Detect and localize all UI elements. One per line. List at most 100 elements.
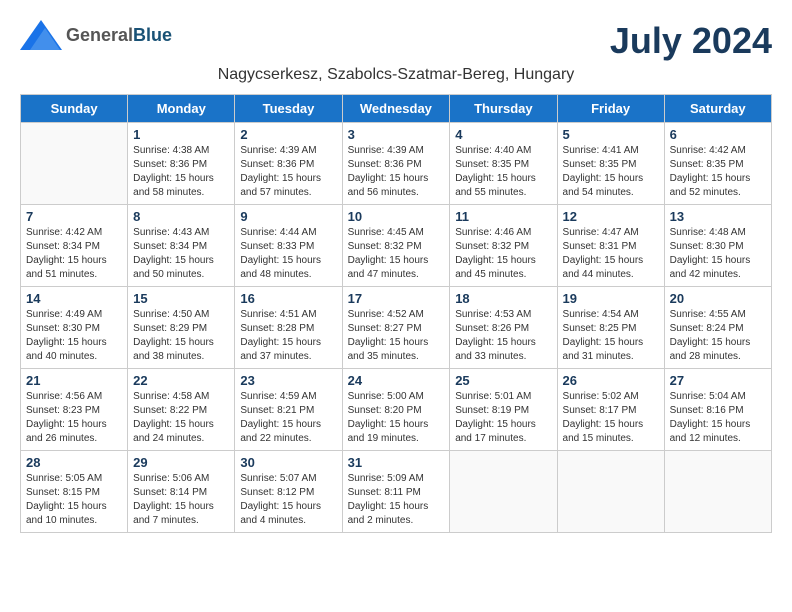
column-header-monday: Monday xyxy=(128,95,235,123)
calendar-cell: 8 Sunrise: 4:43 AM Sunset: 8:34 PM Daylig… xyxy=(128,205,235,287)
day-number: 21 xyxy=(26,373,122,388)
day-info: Sunrise: 5:09 AM Sunset: 8:11 PM Dayligh… xyxy=(348,472,445,528)
calendar-cell: 9 Sunrise: 4:44 AM Sunset: 8:33 PM Daylig… xyxy=(235,205,342,287)
calendar-week-1: 1 Sunrise: 4:38 AM Sunset: 8:36 PM Daylig… xyxy=(21,123,772,205)
day-info: Sunrise: 4:49 AM Sunset: 8:30 PM Dayligh… xyxy=(26,308,122,364)
calendar-cell: 21 Sunrise: 4:56 AM Sunset: 8:23 PM Dayli… xyxy=(21,369,128,451)
day-info: Sunrise: 4:53 AM Sunset: 8:26 PM Dayligh… xyxy=(455,308,551,364)
calendar-cell: 24 Sunrise: 5:00 AM Sunset: 8:20 PM Dayli… xyxy=(342,369,450,451)
day-info: Sunrise: 4:42 AM Sunset: 8:35 PM Dayligh… xyxy=(670,144,766,200)
calendar-cell xyxy=(21,123,128,205)
calendar-cell: 28 Sunrise: 5:05 AM Sunset: 8:15 PM Dayli… xyxy=(21,451,128,533)
day-info: Sunrise: 5:05 AM Sunset: 8:15 PM Dayligh… xyxy=(26,472,122,528)
day-number: 19 xyxy=(563,291,659,306)
column-header-thursday: Thursday xyxy=(450,95,557,123)
calendar-cell: 16Sunrise: 4:51 AM Sunset: 8:28 PM Dayli… xyxy=(235,287,342,369)
day-number: 13 xyxy=(670,209,766,224)
day-info: Sunrise: 4:45 AM Sunset: 8:32 PM Dayligh… xyxy=(348,226,445,282)
calendar-week-5: 28 Sunrise: 5:05 AM Sunset: 8:15 PM Dayli… xyxy=(21,451,772,533)
calendar-cell: 19 Sunrise: 4:54 AM Sunset: 8:25 PM Dayli… xyxy=(557,287,664,369)
day-info: Sunrise: 4:56 AM Sunset: 8:23 PM Dayligh… xyxy=(26,390,122,446)
calendar-cell: 14 Sunrise: 4:49 AM Sunset: 8:30 PM Dayli… xyxy=(21,287,128,369)
calendar-week-4: 21 Sunrise: 4:56 AM Sunset: 8:23 PM Dayli… xyxy=(21,369,772,451)
day-info: Sunrise: 4:38 AM Sunset: 8:36 PM Dayligh… xyxy=(133,144,229,200)
day-info: Sunrise: 4:44 AM Sunset: 8:33 PM Dayligh… xyxy=(240,226,336,282)
calendar-cell: 18 Sunrise: 4:53 AM Sunset: 8:26 PM Dayli… xyxy=(450,287,557,369)
day-info: Sunrise: 4:51 AM Sunset: 8:28 PM Dayligh… xyxy=(240,308,336,364)
day-info: Sunrise: 4:58 AM Sunset: 8:22 PM Dayligh… xyxy=(133,390,229,446)
calendar-cell: 3 Sunrise: 4:39 AM Sunset: 8:36 PM Daylig… xyxy=(342,123,450,205)
day-number: 5 xyxy=(563,127,659,142)
calendar-cell: 15Sunrise: 4:50 AM Sunset: 8:29 PM Dayli… xyxy=(128,287,235,369)
day-number: 25 xyxy=(455,373,551,388)
column-header-sunday: Sunday xyxy=(21,95,128,123)
day-info: Sunrise: 4:52 AM Sunset: 8:27 PM Dayligh… xyxy=(348,308,445,364)
calendar-cell: 4 Sunrise: 4:40 AM Sunset: 8:35 PM Daylig… xyxy=(450,123,557,205)
day-number: 2 xyxy=(240,127,336,142)
calendar-cell: 2 Sunrise: 4:39 AM Sunset: 8:36 PM Daylig… xyxy=(235,123,342,205)
day-number: 24 xyxy=(348,373,445,388)
day-info: Sunrise: 4:46 AM Sunset: 8:32 PM Dayligh… xyxy=(455,226,551,282)
calendar-cell: 25Sunrise: 5:01 AM Sunset: 8:19 PM Dayli… xyxy=(450,369,557,451)
day-number: 8 xyxy=(133,209,229,224)
calendar-header-row: SundayMondayTuesdayWednesdayThursdayFrid… xyxy=(21,95,772,123)
day-number: 17 xyxy=(348,291,445,306)
column-header-friday: Friday xyxy=(557,95,664,123)
logo-general: General xyxy=(66,25,133,45)
calendar-cell: 7Sunrise: 4:42 AM Sunset: 8:34 PM Daylig… xyxy=(21,205,128,287)
page-header: GeneralBlue July 2024 xyxy=(20,20,772,62)
logo-blue: Blue xyxy=(133,25,172,45)
subtitle: Nagycserkesz, Szabolcs-Szatmar-Bereg, Hu… xyxy=(20,66,772,84)
day-number: 28 xyxy=(26,455,122,470)
day-info: Sunrise: 4:43 AM Sunset: 8:34 PM Dayligh… xyxy=(133,226,229,282)
day-number: 6 xyxy=(670,127,766,142)
calendar-cell: 5 Sunrise: 4:41 AM Sunset: 8:35 PM Daylig… xyxy=(557,123,664,205)
logo-icon xyxy=(20,20,62,50)
day-number: 12 xyxy=(563,209,659,224)
day-info: Sunrise: 5:00 AM Sunset: 8:20 PM Dayligh… xyxy=(348,390,445,446)
calendar-cell: 27Sunrise: 5:04 AM Sunset: 8:16 PM Dayli… xyxy=(664,369,771,451)
day-info: Sunrise: 4:54 AM Sunset: 8:25 PM Dayligh… xyxy=(563,308,659,364)
calendar-week-2: 7Sunrise: 4:42 AM Sunset: 8:34 PM Daylig… xyxy=(21,205,772,287)
calendar-cell: 30Sunrise: 5:07 AM Sunset: 8:12 PM Dayli… xyxy=(235,451,342,533)
calendar-cell: 1 Sunrise: 4:38 AM Sunset: 8:36 PM Daylig… xyxy=(128,123,235,205)
day-number: 4 xyxy=(455,127,551,142)
day-number: 1 xyxy=(133,127,229,142)
calendar-cell: 20Sunrise: 4:55 AM Sunset: 8:24 PM Dayli… xyxy=(664,287,771,369)
calendar-cell xyxy=(450,451,557,533)
calendar-cell: 13Sunrise: 4:48 AM Sunset: 8:30 PM Dayli… xyxy=(664,205,771,287)
day-info: Sunrise: 5:07 AM Sunset: 8:12 PM Dayligh… xyxy=(240,472,336,528)
column-header-wednesday: Wednesday xyxy=(342,95,450,123)
day-info: Sunrise: 4:42 AM Sunset: 8:34 PM Dayligh… xyxy=(26,226,122,282)
calendar-week-3: 14 Sunrise: 4:49 AM Sunset: 8:30 PM Dayli… xyxy=(21,287,772,369)
day-number: 23 xyxy=(240,373,336,388)
day-info: Sunrise: 4:39 AM Sunset: 8:36 PM Dayligh… xyxy=(348,144,445,200)
calendar-cell: 17 Sunrise: 4:52 AM Sunset: 8:27 PM Dayli… xyxy=(342,287,450,369)
day-number: 10 xyxy=(348,209,445,224)
day-number: 9 xyxy=(240,209,336,224)
day-info: Sunrise: 5:02 AM Sunset: 8:17 PM Dayligh… xyxy=(563,390,659,446)
column-header-saturday: Saturday xyxy=(664,95,771,123)
day-number: 14 xyxy=(26,291,122,306)
day-number: 3 xyxy=(348,127,445,142)
calendar-cell: 23 Sunrise: 4:59 AM Sunset: 8:21 PM Dayli… xyxy=(235,369,342,451)
day-number: 11 xyxy=(455,209,551,224)
calendar-cell: 31 Sunrise: 5:09 AM Sunset: 8:11 PM Dayli… xyxy=(342,451,450,533)
calendar-cell: 29Sunrise: 5:06 AM Sunset: 8:14 PM Dayli… xyxy=(128,451,235,533)
day-info: Sunrise: 4:59 AM Sunset: 8:21 PM Dayligh… xyxy=(240,390,336,446)
calendar-cell: 10 Sunrise: 4:45 AM Sunset: 8:32 PM Dayli… xyxy=(342,205,450,287)
day-info: Sunrise: 4:47 AM Sunset: 8:31 PM Dayligh… xyxy=(563,226,659,282)
day-info: Sunrise: 4:41 AM Sunset: 8:35 PM Dayligh… xyxy=(563,144,659,200)
calendar-cell: 22Sunrise: 4:58 AM Sunset: 8:22 PM Dayli… xyxy=(128,369,235,451)
calendar-cell xyxy=(664,451,771,533)
day-info: Sunrise: 4:40 AM Sunset: 8:35 PM Dayligh… xyxy=(455,144,551,200)
day-info: Sunrise: 4:39 AM Sunset: 8:36 PM Dayligh… xyxy=(240,144,336,200)
day-number: 20 xyxy=(670,291,766,306)
page-title: July 2024 xyxy=(610,20,772,62)
calendar-table: SundayMondayTuesdayWednesdayThursdayFrid… xyxy=(20,94,772,533)
day-number: 18 xyxy=(455,291,551,306)
day-info: Sunrise: 4:50 AM Sunset: 8:29 PM Dayligh… xyxy=(133,308,229,364)
calendar-cell: 6 Sunrise: 4:42 AM Sunset: 8:35 PM Daylig… xyxy=(664,123,771,205)
day-number: 27 xyxy=(670,373,766,388)
day-number: 31 xyxy=(348,455,445,470)
